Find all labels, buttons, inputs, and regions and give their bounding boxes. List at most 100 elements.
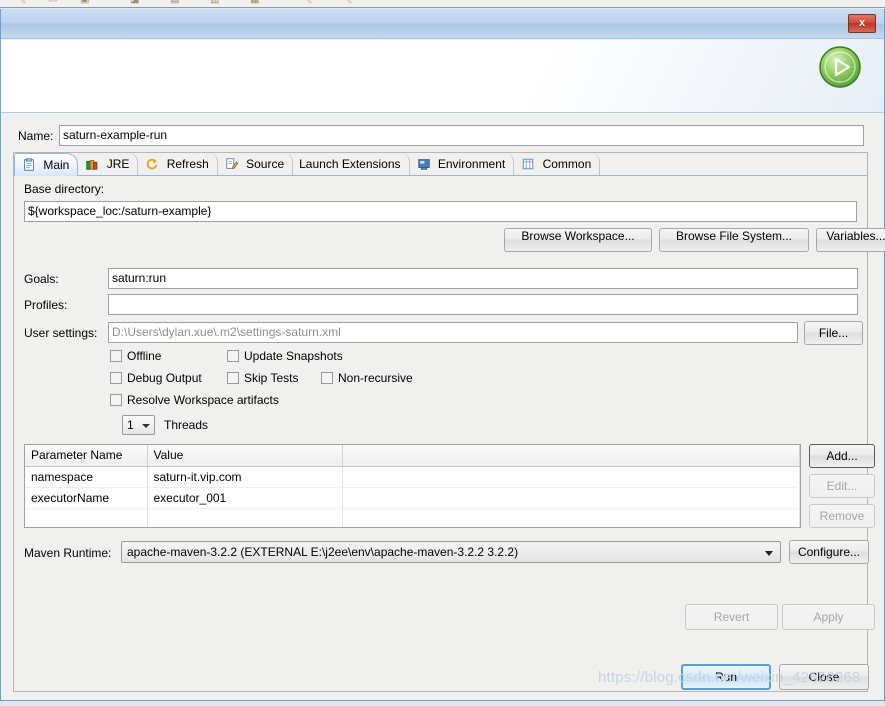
browse-workspace-button[interactable]: Browse Workspace...: [504, 228, 652, 252]
tab-jre[interactable]: JRE: [78, 153, 139, 175]
checkbox-non-recursive[interactable]: Non-recursive: [321, 371, 413, 385]
dialog-footer: Run Close: [1, 654, 884, 706]
toolbar-icon-3: ▣: [80, 0, 89, 5]
cell-empty: [342, 487, 800, 509]
name-label: Name:: [18, 129, 54, 143]
base-directory-input[interactable]: ${workspace_loc:/saturn-example}: [24, 201, 857, 222]
run-play-icon: [819, 46, 861, 88]
table-row-empty[interactable]: [25, 508, 800, 527]
add-parameter-button[interactable]: Add...: [809, 444, 875, 468]
cell-parameter-name: namespace: [25, 466, 148, 488]
remove-parameter-button: Remove: [809, 504, 875, 528]
browse-file-system-button[interactable]: Browse File System...: [659, 228, 809, 252]
cell-parameter-value: executor_001: [147, 487, 343, 509]
name-row: Name: saturn-example-run: [13, 125, 868, 149]
window-close-icon[interactable]: x: [848, 14, 876, 33]
threads-dropdown[interactable]: 1: [122, 415, 155, 435]
edit-parameter-button: Edit...: [809, 474, 875, 498]
column-empty: [342, 445, 800, 467]
browse-buttons-row: Browse Workspace... Browse File System..…: [14, 228, 885, 254]
tab-environment[interactable]: Environment: [410, 153, 515, 175]
name-input[interactable]: saturn-example-run: [59, 125, 864, 146]
cell-empty: [342, 508, 800, 527]
tab-source[interactable]: Source: [218, 153, 294, 175]
maven-runtime-configure-button[interactable]: Configure...: [789, 540, 869, 564]
revert-button: Revert: [685, 604, 778, 630]
maven-runtime-value: apache-maven-3.2.2 (EXTERNAL E:\j2ee\env…: [127, 545, 519, 559]
table-row[interactable]: namespace saturn-it.vip.com: [25, 466, 800, 488]
parameters-buttons: Add... Edit... Remove: [809, 444, 879, 534]
user-settings-input[interactable]: D:\Users\dylan.xue\.m2\settings-saturn.x…: [108, 322, 798, 343]
user-settings-file-button[interactable]: File...: [804, 321, 863, 345]
toolbar-icon-8: ⛏: [300, 0, 313, 5]
tab-main[interactable]: Main: [14, 153, 79, 176]
checkbox-debug-output[interactable]: Debug Output: [110, 371, 202, 385]
environment-monitor-icon: [417, 159, 430, 170]
tab-jre-label: JRE: [106, 157, 130, 171]
checkbox-resolve-workspace-artifacts-label: Resolve Workspace artifacts: [127, 393, 279, 407]
checkbox-offline-label: Offline: [127, 349, 162, 363]
parameters-table[interactable]: Parameter Name Value namespace saturn-it…: [24, 444, 801, 528]
goals-label: Goals:: [24, 272, 59, 286]
dialog-titlebar: x: [1, 9, 884, 39]
tab-folder: Main JRE Refresh Source Launch Extension…: [13, 152, 885, 692]
chevron-down-icon: [765, 551, 773, 556]
table-header-row: Parameter Name Value: [25, 445, 800, 467]
checkbox-resolve-workspace-artifacts[interactable]: Resolve Workspace artifacts: [110, 393, 279, 407]
main-document-icon: [24, 158, 34, 171]
checkbox-skip-tests-box: [227, 372, 239, 384]
dialog-content: Name: saturn-example-run Main JRE Refres…: [1, 114, 885, 700]
variables-button[interactable]: Variables...: [816, 228, 885, 252]
cell-parameter-name: executorName: [25, 487, 148, 509]
goals-input[interactable]: saturn:run: [108, 268, 858, 289]
toolbar-icon-9: ⛏: [340, 0, 353, 5]
run-configurations-dialog: x Name: saturn-example-run Main JRE Refr…: [0, 9, 885, 701]
cell-empty: [25, 508, 148, 527]
tab-environment-label: Environment: [437, 157, 506, 171]
run-button[interactable]: Run: [681, 664, 771, 690]
dialog-header-band: [1, 40, 884, 113]
checkbox-offline[interactable]: Offline: [110, 349, 161, 363]
tab-bar: Main JRE Refresh Source Launch Extension…: [14, 153, 867, 176]
close-button[interactable]: Close: [779, 664, 869, 690]
tab-main-label: Main: [43, 158, 70, 172]
main-tab-page: Base directory: ${workspace_loc:/saturn-…: [14, 176, 885, 692]
tab-launch-extensions-label: Launch Extensions: [299, 157, 401, 171]
profiles-label: Profiles:: [24, 298, 68, 312]
toolbar-icon-1: ⛏: [14, 0, 27, 5]
checkbox-non-recursive-label: Non-recursive: [338, 371, 413, 385]
checkbox-non-recursive-box: [321, 372, 333, 384]
chevron-down-icon: [142, 424, 150, 428]
tab-refresh[interactable]: Refresh: [138, 153, 218, 175]
tab-source-label: Source: [246, 157, 285, 171]
checkbox-skip-tests[interactable]: Skip Tests: [227, 371, 298, 385]
eclipse-toolbar-strip: ⛏ ▭ ▣ ◪ ▤ ▥ ▦ ⛏ ⛏: [0, 0, 885, 8]
tab-common[interactable]: Common: [514, 153, 601, 175]
toolbar-icon-6: ▥: [210, 0, 219, 5]
checkbox-resolve-workspace-artifacts-box: [110, 394, 122, 406]
threads-label: Threads: [164, 418, 209, 432]
toolbar-icon-2: ▭: [48, 0, 57, 5]
base-directory-label: Base directory:: [24, 182, 105, 196]
checkbox-update-snapshots[interactable]: Update Snapshots: [227, 349, 343, 363]
checkbox-update-snapshots-box: [227, 350, 239, 362]
checkbox-skip-tests-label: Skip Tests: [244, 371, 299, 385]
maven-runtime-dropdown[interactable]: apache-maven-3.2.2 (EXTERNAL E:\j2ee\env…: [121, 541, 781, 563]
cell-empty: [147, 508, 343, 527]
column-value: Value: [147, 445, 343, 467]
checkbox-update-snapshots-label: Update Snapshots: [244, 349, 343, 363]
cell-parameter-value: saturn-it.vip.com: [147, 466, 343, 488]
table-row[interactable]: executorName executor_001: [25, 487, 800, 509]
toolbar-icon-4: ◪: [130, 0, 139, 5]
tab-launch-extensions[interactable]: Launch Extensions: [293, 153, 410, 175]
tab-common-label: Common: [542, 157, 592, 171]
column-parameter-name: Parameter Name: [25, 445, 148, 467]
cell-empty: [342, 466, 800, 488]
apply-button: Apply: [782, 604, 875, 630]
checkbox-debug-output-box: [110, 372, 122, 384]
profiles-input[interactable]: [108, 294, 858, 315]
checkbox-debug-output-label: Debug Output: [127, 371, 202, 385]
tab-refresh-label: Refresh: [166, 157, 209, 171]
common-table-icon: [523, 158, 534, 170]
maven-runtime-label: Maven Runtime:: [24, 546, 112, 560]
